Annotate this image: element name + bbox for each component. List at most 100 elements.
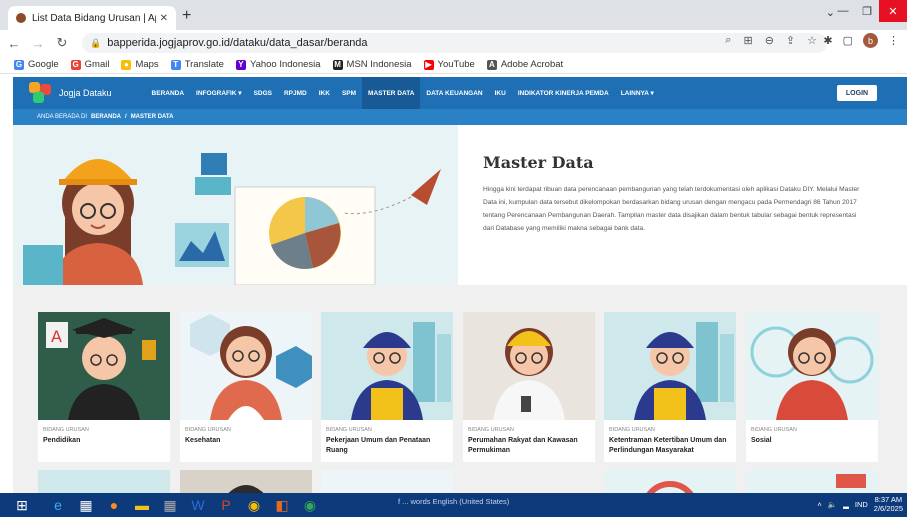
card-pendidikan[interactable]: A BIDANG URUSAN Pendidikan (38, 312, 170, 462)
powerpoint-icon[interactable]: P (212, 493, 240, 517)
hero-illustration (13, 125, 458, 285)
site-favicon-icon (16, 13, 26, 23)
bookmark-youtube[interactable]: ▶ YouTube (423, 59, 475, 70)
back-icon[interactable]: ← (4, 36, 24, 51)
profile-avatar[interactable]: b (863, 33, 878, 48)
address-bar[interactable]: 🔒 bapperida.jogjaprov.go.id/dataku/data_… (82, 33, 827, 53)
msn-icon: M (332, 59, 343, 70)
page-description: Hingga kini terdapat ribuan data perenca… (483, 186, 860, 232)
card-perumahan-rakyat[interactable]: BIDANG URUSAN Perumahan Rakyat dan Kawas… (463, 312, 595, 462)
photo-app-icon[interactable]: ◧ (268, 493, 296, 517)
windows-start-icon[interactable]: ⊞ (0, 493, 44, 517)
card-category: BIDANG URUSAN (468, 427, 514, 433)
bookmark-star-icon[interactable]: ☆ (807, 34, 817, 47)
chrome-icon[interactable]: ◉ (296, 493, 324, 517)
bookmark-msn[interactable]: M MSN Indonesia (332, 59, 412, 70)
site-navbar: Jogja Dataku BERANDA INFOGRAFIK ▾ SDGS R… (13, 77, 907, 109)
forward-icon[interactable]: → (28, 36, 48, 51)
firefox-icon[interactable]: ● (100, 493, 128, 517)
youtube-icon: ▶ (423, 59, 434, 70)
clock[interactable]: 8:37 AM 2/6/2025 (874, 495, 903, 513)
reload-icon[interactable]: ↻ (52, 35, 72, 51)
card-thumbnail (321, 312, 453, 420)
language-indicator[interactable]: IND (855, 500, 868, 509)
breadcrumb-separator: / (125, 114, 127, 120)
chevron-up-icon[interactable]: ˄ (817, 500, 821, 509)
card-thumbnail (180, 312, 312, 420)
card-category: BIDANG URUSAN (185, 427, 231, 433)
card-pekerjaan-umum[interactable]: BIDANG URUSAN Pekerjaan Umum dan Penataa… (321, 312, 453, 462)
breadcrumb-home[interactable]: BERANDA (91, 114, 121, 120)
page-title: Master Data (483, 153, 594, 172)
word-icon[interactable]: W (184, 493, 212, 517)
menu-kebab-icon[interactable]: ⋮ (888, 34, 899, 47)
card-title: Perumahan Rakyat dan Kawasan Permukiman (468, 437, 578, 454)
card-title: Ketentraman Ketertiban Umum dan Perlindu… (609, 437, 727, 454)
card-ketentraman-ketertiban[interactable]: BIDANG URUSAN Ketentraman Ketertiban Umu… (604, 312, 736, 462)
app-icon[interactable]: ▦ (156, 493, 184, 517)
nav-iku[interactable]: IKU (489, 77, 512, 109)
browser-tab[interactable]: List Data Bidang Urusan | Aplikasi ✕ (8, 6, 176, 30)
translate-icon[interactable]: ⊞ (743, 34, 752, 47)
yahoo-icon: Y (235, 59, 246, 70)
bookmark-yahoo[interactable]: Y Yahoo Indonesia (235, 59, 321, 70)
nav-infografik[interactable]: INFOGRAFIK ▾ (190, 77, 248, 109)
bookmark-gmail[interactable]: G Gmail (70, 59, 109, 70)
chrome-icon[interactable]: ◉ (240, 493, 268, 517)
card-thumbnail (746, 312, 878, 420)
bookmark-adobe-acrobat[interactable]: A Adobe Acrobat (486, 59, 563, 70)
nav-spm[interactable]: SPM (336, 77, 362, 109)
file-explorer-icon[interactable]: ▬ (128, 493, 156, 517)
internet-explorer-icon[interactable]: e (44, 493, 72, 517)
close-window-icon[interactable]: ✕ (879, 0, 907, 22)
card-sosial[interactable]: BIDANG URUSAN Sosial (746, 312, 878, 462)
system-tray: ˄ 🔈 ▂ IND 8:37 AM 2/6/2025 (817, 495, 903, 513)
address-row: ← → ↻ 🔒 bapperida.jogjaprov.go.id/dataku… (0, 30, 907, 56)
minimize-icon[interactable]: — (831, 0, 855, 22)
nav-beranda[interactable]: BERANDA (146, 77, 191, 109)
new-tab-icon[interactable]: + (182, 7, 191, 25)
volume-icon[interactable]: 🔈 (828, 500, 837, 509)
card-kesehatan[interactable]: BIDANG URUSAN Kesehatan (180, 312, 312, 462)
bidang-urusan-grid: A BIDANG URUSAN Pendidikan BIDANG URUSAN… (13, 285, 907, 517)
nav-ikk[interactable]: IKK (313, 77, 336, 109)
card-thumbnail (604, 312, 736, 420)
zoom-icon[interactable]: ⊖ (765, 34, 774, 47)
login-button[interactable]: LOGIN (837, 85, 877, 101)
bookmark-maps[interactable]: ● Maps (121, 59, 159, 70)
side-panel-icon[interactable]: ▢ (843, 34, 853, 47)
url-text: bapperida.jogjaprov.go.id/dataku/data_da… (107, 37, 368, 49)
card-category: BIDANG URUSAN (326, 427, 372, 433)
breadcrumb: ANDA BERADA DI BERANDA / MASTER DATA (13, 109, 907, 125)
extensions-icon[interactable]: ✱ (823, 34, 832, 47)
card-category: BIDANG URUSAN (609, 427, 655, 433)
breadcrumb-current: MASTER DATA (130, 114, 174, 120)
nav-indikator-kinerja-pemda[interactable]: INDIKATOR KINERJA PEMDA (512, 77, 615, 109)
nav-rpjmd[interactable]: RPJMD (278, 77, 313, 109)
search-icon[interactable]: ⌕ (725, 34, 731, 47)
nav-lainnya[interactable]: LAINNYA ▾ (615, 77, 660, 109)
main-menu: BERANDA INFOGRAFIK ▾ SDGS RPJMD IKK SPM … (146, 77, 660, 109)
network-icon[interactable]: ▂ (843, 500, 849, 509)
card-title: Kesehatan (185, 437, 221, 444)
bookmark-translate[interactable]: T Translate (170, 59, 224, 70)
card-category: BIDANG URUSAN (751, 427, 797, 433)
gmail-icon: G (70, 59, 81, 70)
bookmarks-bar: G Google G Gmail ● Maps T Translate Y Yahoo I… (0, 56, 907, 74)
nav-sdgs[interactable]: SDGS (248, 77, 278, 109)
logo-text: Jogja Dataku (59, 88, 112, 98)
close-tab-icon[interactable]: ✕ (160, 13, 168, 24)
lock-icon[interactable]: 🔒 (90, 38, 101, 49)
window-controls: — ❐ ✕ (831, 0, 907, 22)
nav-master-data[interactable]: MASTER DATA (362, 77, 421, 109)
nav-data-keuangan[interactable]: DATA KEUANGAN (420, 77, 488, 109)
share-icon[interactable]: ⇪ (786, 34, 795, 47)
card-title: Sosial (751, 437, 772, 444)
bookmark-google[interactable]: G Google (14, 59, 59, 70)
calendar-icon[interactable]: ▦ (72, 493, 100, 517)
site-logo[interactable]: Jogja Dataku (29, 82, 112, 104)
google-icon: G (14, 59, 24, 70)
omnibox-actions: ⌕ ⊞ ⊖ ⇪ ☆ (725, 34, 817, 47)
windows-taskbar: ⊞ e ▦ ● ▬ ▦ W P ◉ ◧ ◉ f ... words Englis… (0, 493, 907, 517)
restore-icon[interactable]: ❐ (855, 0, 879, 22)
